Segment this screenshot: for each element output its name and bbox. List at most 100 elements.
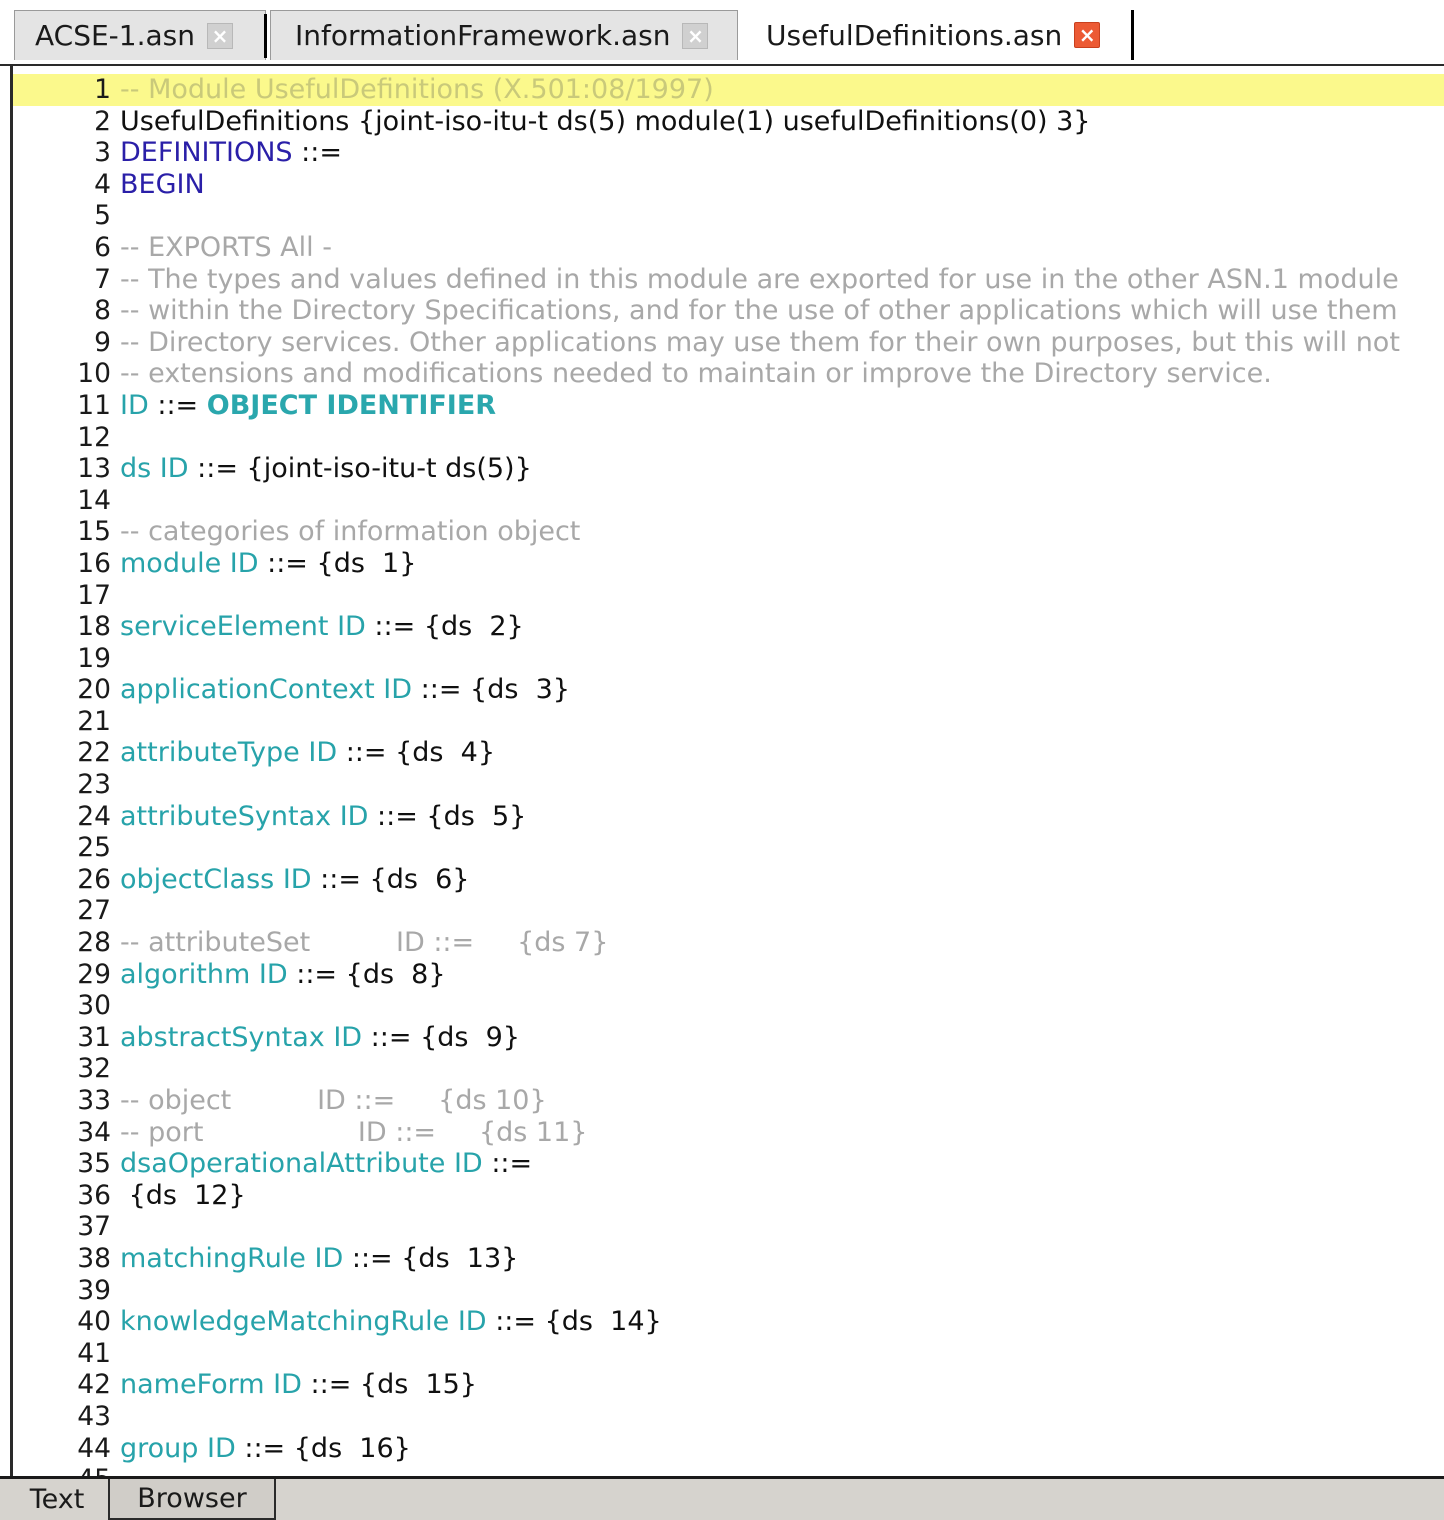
code-line[interactable]: 10 -- extensions and modifications needed… xyxy=(13,358,1444,390)
code-line[interactable]: 24 attributeSyntax ID ::= {ds 5} xyxy=(13,801,1444,833)
line-number: 34 xyxy=(77,1116,111,1148)
line-number: 39 xyxy=(77,1274,111,1306)
code-token-comment: -- EXPORTS All - xyxy=(120,231,332,263)
tab-acse-1[interactable]: ACSE-1.asn × xyxy=(14,10,266,60)
code-line[interactable]: 30 xyxy=(13,990,1444,1022)
code-line[interactable]: 7 -- The types and values defined in this… xyxy=(13,264,1444,296)
line-content: objectClass ID ::= {ds 6} xyxy=(120,864,469,896)
tab-useful-definitions[interactable]: UsefulDefinitions.asn × xyxy=(742,10,1134,60)
code-line[interactable]: 11 ID ::= OBJECT IDENTIFIER xyxy=(13,390,1444,422)
code-token-plain: ::= {joint-iso-itu-t ds(5)} xyxy=(188,453,532,485)
code-line[interactable]: 20 applicationContext ID ::= {ds 3} xyxy=(13,674,1444,706)
code-line[interactable]: 42 nameForm ID ::= {ds 15} xyxy=(13,1369,1444,1401)
code-line[interactable]: 13 ds ID ::= {joint-iso-itu-t ds(5)} xyxy=(13,453,1444,485)
code-token-comment: -- The types and values defined in this … xyxy=(120,263,1399,295)
line-content: knowledgeMatchingRule ID ::= {ds 14} xyxy=(120,1306,662,1338)
code-line[interactable]: 22 attributeType ID ::= {ds 4} xyxy=(13,737,1444,769)
code-token-comment: -- extensions and modifications needed t… xyxy=(120,358,1272,390)
line-number: 12 xyxy=(77,421,111,453)
view-tab-text[interactable]: Text xyxy=(8,1479,106,1520)
code-line[interactable]: 16 module ID ::= {ds 1} xyxy=(13,548,1444,580)
code-line[interactable]: 6 -- EXPORTS All - xyxy=(13,232,1444,264)
close-icon[interactable]: × xyxy=(682,22,709,49)
line-content: module ID ::= {ds 1} xyxy=(120,548,416,580)
line-number: 8 xyxy=(94,295,111,327)
code-line[interactable]: 19 xyxy=(13,643,1444,675)
line-number: 6 xyxy=(94,231,111,263)
code-line[interactable]: 4 BEGIN xyxy=(13,169,1444,201)
code-line[interactable]: 40 knowledgeMatchingRule ID ::= {ds 14} xyxy=(13,1306,1444,1338)
code-line[interactable]: 29 algorithm ID ::= {ds 8} xyxy=(13,959,1444,991)
code-line[interactable]: 41 xyxy=(13,1338,1444,1370)
line-number: 20 xyxy=(77,674,111,706)
code-token-ident: attributeType ID xyxy=(120,737,338,769)
code-line[interactable]: 37 xyxy=(13,1211,1444,1243)
code-line[interactable]: 27 xyxy=(13,895,1444,927)
code-line[interactable]: 1 -- Module UsefulDefinitions (X.501:08/1… xyxy=(13,74,1444,106)
code-token-ident: nameForm ID xyxy=(120,1369,302,1401)
code-token-plain: ::= xyxy=(148,389,207,421)
code-line[interactable]: 9 -- Directory services. Other applicatio… xyxy=(13,327,1444,359)
line-number: 5 xyxy=(94,200,111,232)
code-line[interactable]: 26 objectClass ID ::= {ds 6} xyxy=(13,864,1444,896)
code-line[interactable]: 14 xyxy=(13,485,1444,517)
code-line[interactable]: 21 xyxy=(13,706,1444,738)
close-icon[interactable]: × xyxy=(207,22,233,49)
line-content: attributeSyntax ID ::= {ds 5} xyxy=(120,801,526,833)
code-token-ident: matchingRule ID xyxy=(120,1242,344,1274)
code-line[interactable]: 8 -- within the Directory Specifications,… xyxy=(13,295,1444,327)
line-number: 16 xyxy=(77,547,111,579)
line-number: 41 xyxy=(77,1337,111,1369)
code-token-ident: ID xyxy=(120,389,149,421)
code-line[interactable]: 31 abstractSyntax ID ::= {ds 9} xyxy=(13,1022,1444,1054)
code-line[interactable]: 36 {ds 12} xyxy=(13,1180,1444,1212)
tab-information-framework[interactable]: InformationFramework.asn × xyxy=(270,10,738,60)
view-tab-bar: Text Browser xyxy=(0,1476,1444,1520)
code-line[interactable]: 38 matchingRule ID ::= {ds 13} xyxy=(13,1243,1444,1275)
code-line[interactable]: 15 -- categories of information object xyxy=(13,516,1444,548)
file-tab-bar: ACSE-1.asn × InformationFramework.asn × … xyxy=(0,0,1444,66)
line-content: -- object ID ::= {ds 10} xyxy=(120,1085,547,1117)
line-number: 43 xyxy=(77,1400,111,1432)
code-line[interactable]: 5 xyxy=(13,200,1444,232)
code-line[interactable]: 39 xyxy=(13,1275,1444,1307)
code-line[interactable]: 32 xyxy=(13,1053,1444,1085)
line-number: 4 xyxy=(94,168,111,200)
code-line[interactable]: 43 xyxy=(13,1401,1444,1433)
code-line[interactable]: 28 -- attributeSet ID ::= {ds 7} xyxy=(13,927,1444,959)
line-number: 23 xyxy=(77,769,111,801)
code-token-plain: ::= {ds 5} xyxy=(368,800,527,832)
line-content: ds ID ::= {joint-iso-itu-t ds(5)} xyxy=(120,453,532,485)
code-line[interactable]: 23 xyxy=(13,769,1444,801)
code-line[interactable]: 34 -- port ID ::= {ds 11} xyxy=(13,1117,1444,1149)
line-content: -- categories of information object xyxy=(120,516,580,548)
line-number: 36 xyxy=(77,1179,111,1211)
line-number: 29 xyxy=(77,958,111,990)
line-content: applicationContext ID ::= {ds 3} xyxy=(120,674,570,706)
code-line[interactable]: 35 dsaOperationalAttribute ID ::= xyxy=(13,1148,1444,1180)
code-token-ident: abstractSyntax ID xyxy=(120,1021,363,1053)
tab-label: UsefulDefinitions.asn xyxy=(766,18,1063,52)
code-line[interactable]: 25 xyxy=(13,832,1444,864)
code-line[interactable]: 2 UsefulDefinitions {joint-iso-itu-t ds(5… xyxy=(13,106,1444,138)
code-token-plain: UsefulDefinitions {joint-iso-itu-t ds(5)… xyxy=(120,105,1091,137)
line-content: -- within the Directory Specifications, … xyxy=(120,295,1398,327)
view-tab-browser[interactable]: Browser xyxy=(108,1479,276,1520)
code-line[interactable]: 17 xyxy=(13,580,1444,612)
code-line[interactable]: 44 group ID ::= {ds 16} xyxy=(13,1433,1444,1465)
line-number: 30 xyxy=(77,990,111,1022)
code-line[interactable]: 33 -- object ID ::= {ds 10} xyxy=(13,1085,1444,1117)
code-token-ident: applicationContext ID xyxy=(120,674,413,706)
line-number: 38 xyxy=(77,1242,111,1274)
line-content: -- Directory services. Other application… xyxy=(120,327,1400,359)
code-line[interactable]: 18 serviceElement ID ::= {ds 2} xyxy=(13,611,1444,643)
close-icon[interactable]: × xyxy=(1074,22,1101,48)
code-line[interactable]: 3 DEFINITIONS ::= xyxy=(13,137,1444,169)
code-line[interactable]: 12 xyxy=(13,422,1444,454)
code-token-keyword: DEFINITIONS xyxy=(120,137,293,169)
code-line[interactable]: 45 xyxy=(13,1464,1444,1476)
line-number: 31 xyxy=(77,1021,111,1053)
code-token-plain: ::= {ds 4} xyxy=(337,737,496,769)
code-token-ident: knowledgeMatchingRule ID xyxy=(120,1306,487,1338)
code-editor[interactable]: 1 -- Module UsefulDefinitions (X.501:08/1… xyxy=(10,66,1444,1476)
